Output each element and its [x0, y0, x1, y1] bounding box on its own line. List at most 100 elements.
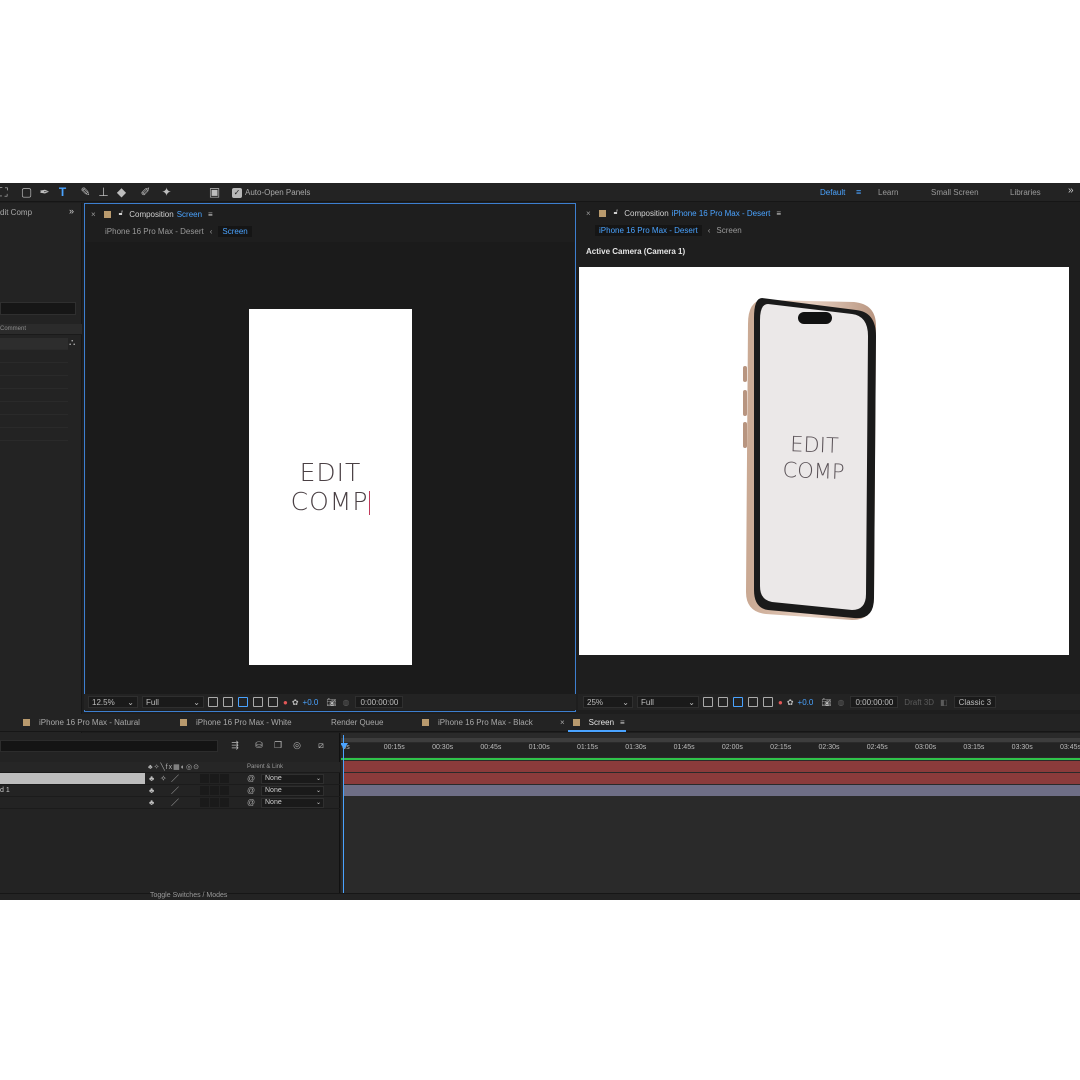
- tab-screen[interactable]: × Screen ≡: [560, 718, 625, 727]
- toggle-switches-modes-button[interactable]: Toggle Switches / Modes: [150, 892, 227, 899]
- tab-iphone-black[interactable]: iPhone 16 Pro Max - Black: [422, 718, 533, 727]
- list-item[interactable]: [0, 377, 68, 389]
- canvas-text-comp[interactable]: COMP: [249, 487, 412, 516]
- clone-stamp-tool-icon[interactable]: ⊥: [96, 185, 111, 200]
- brush-tool-icon[interactable]: ✎: [78, 185, 93, 200]
- roto-brush-tool-icon[interactable]: ✐: [138, 185, 153, 200]
- close-icon[interactable]: ×: [586, 209, 591, 218]
- playhead[interactable]: [341, 735, 348, 893]
- panel-menu-icon[interactable]: ≡: [620, 718, 625, 727]
- pick-whip-icon[interactable]: @: [247, 773, 255, 784]
- graph-editor-icon[interactable]: ⧄: [315, 739, 327, 751]
- composition-mini-flowchart-icon[interactable]: ⇶: [229, 739, 241, 751]
- quality-switch-icon[interactable]: ／: [171, 773, 179, 784]
- pick-whip-icon[interactable]: @: [247, 797, 255, 808]
- timeline-search-input[interactable]: [0, 740, 218, 752]
- list-item[interactable]: [0, 364, 68, 376]
- layer-row[interactable]: ♣ ／ @ None ⌄: [0, 797, 340, 809]
- exposure-value[interactable]: +0.0: [303, 698, 319, 707]
- show-snapshot-icon[interactable]: ◍: [838, 698, 845, 707]
- breadcrumb-item-active[interactable]: iPhone 16 Pro Max - Desert: [595, 225, 702, 236]
- eraser-tool-icon[interactable]: ◆: [114, 185, 129, 200]
- draft-3d-toggle[interactable]: Draft 3D: [904, 698, 934, 707]
- quality-switch-icon[interactable]: ／: [171, 797, 179, 808]
- shy-switch-icon[interactable]: ♣: [149, 785, 154, 796]
- breadcrumb-item[interactable]: Screen: [716, 226, 741, 235]
- panel-more-icon[interactable]: »: [69, 206, 74, 216]
- composition-tab-iphone-desert[interactable]: × 🔓︎ Composition iPhone 16 Pro Max - Des…: [586, 207, 781, 219]
- close-icon[interactable]: ×: [560, 718, 565, 727]
- exposure-reset-icon[interactable]: ✿: [292, 698, 299, 707]
- magnification-select[interactable]: 25% ⌄: [583, 696, 633, 708]
- list-item[interactable]: [0, 403, 68, 415]
- parent-select[interactable]: None ⌄: [261, 786, 324, 796]
- current-time-display[interactable]: 0:00:00:00: [850, 696, 899, 708]
- layer-switch-boxes[interactable]: [200, 774, 230, 783]
- parent-select[interactable]: None ⌄: [261, 774, 324, 784]
- layer-name[interactable]: [0, 797, 145, 808]
- mask-path-icon[interactable]: [238, 697, 248, 707]
- resolution-select[interactable]: Full ⌄: [637, 696, 699, 708]
- current-time-display[interactable]: 0:00:00:00: [355, 696, 404, 708]
- lock-icon[interactable]: 🔓︎: [119, 210, 124, 218]
- workspace-default[interactable]: Default: [820, 188, 845, 197]
- guides-icon[interactable]: [748, 697, 758, 707]
- time-ruler[interactable]: 0s 00:15s 00:30s 00:45s 01:00s 01:15s 01:30s 01…: [341, 743, 1080, 757]
- extended-viewer-icon[interactable]: ◧: [940, 698, 948, 707]
- list-item[interactable]: [0, 429, 68, 441]
- mask-path-icon[interactable]: [733, 697, 743, 707]
- tab-render-queue[interactable]: Render Queue: [331, 718, 383, 727]
- exposure-reset-icon[interactable]: ✿: [787, 698, 794, 707]
- color-channels-icon[interactable]: ●: [283, 698, 288, 707]
- frame-blending-icon[interactable]: ❐: [272, 739, 284, 751]
- breadcrumb-item-active[interactable]: Screen: [218, 226, 252, 237]
- list-item[interactable]: [0, 390, 68, 402]
- layer-name[interactable]: [0, 773, 145, 784]
- composition-tab-screen[interactable]: × 🔓︎ Composition Screen ≡: [91, 208, 213, 220]
- project-panel-title[interactable]: dit Comp: [0, 208, 32, 217]
- snapshot-camera-icon[interactable]: 📷︎: [326, 698, 336, 707]
- color-channels-icon[interactable]: ●: [778, 698, 783, 707]
- resolution-select[interactable]: Full ⌄: [142, 696, 204, 708]
- composition-viewer[interactable]: EDIT COMP: [86, 242, 574, 701]
- workspace-libraries[interactable]: Libraries: [1010, 188, 1041, 197]
- draft-3d-icon[interactable]: ⛁: [253, 739, 265, 751]
- layer-bar[interactable]: [344, 773, 1080, 784]
- region-of-interest-icon[interactable]: [703, 697, 713, 707]
- collapse-switch-icon[interactable]: ✧: [160, 773, 167, 784]
- layer-name[interactable]: d 1: [0, 785, 145, 796]
- motion-blur-icon[interactable]: ◎: [291, 739, 303, 751]
- work-area-bar[interactable]: [341, 738, 1080, 742]
- timeline-empty-area[interactable]: [341, 797, 1080, 893]
- snapshot-camera-icon[interactable]: 📷︎: [821, 698, 831, 707]
- layer-switch-boxes[interactable]: [200, 786, 230, 795]
- layer-bar[interactable]: [344, 785, 1080, 796]
- transparency-grid-icon[interactable]: [223, 697, 233, 707]
- checkbox-checked-icon[interactable]: ✓: [232, 187, 242, 198]
- shy-switch-icon[interactable]: ♣: [149, 797, 154, 808]
- panel-menu-icon[interactable]: ≡: [208, 210, 213, 219]
- timeline-track-area[interactable]: 0s 00:15s 00:30s 00:45s 01:00s 01:15s 01:30s 01…: [341, 733, 1080, 893]
- transparency-grid-icon[interactable]: [718, 697, 728, 707]
- flowchart-icon[interactable]: ⛬: [69, 337, 75, 348]
- shy-switch-icon[interactable]: ♣: [149, 773, 154, 784]
- lock-icon[interactable]: 🔓︎: [614, 209, 619, 217]
- composition-viewer[interactable]: EDIT COMP: [579, 267, 1069, 655]
- rectangle-tool-icon[interactable]: ▢: [19, 185, 34, 200]
- puppet-pin-tool-icon[interactable]: ✦: [159, 185, 174, 200]
- grid-options-icon[interactable]: [268, 697, 278, 707]
- layer-row[interactable]: d 1 ♣ ／ @ None ⌄: [0, 785, 340, 797]
- workspace-small-screen[interactable]: Small Screen: [931, 188, 979, 197]
- region-of-interest-icon[interactable]: [208, 697, 218, 707]
- list-item[interactable]: [0, 416, 68, 428]
- panel-menu-icon[interactable]: ≡: [776, 209, 781, 218]
- renderer-select[interactable]: Classic 3: [953, 696, 997, 708]
- canvas-text-edit[interactable]: EDIT: [249, 458, 412, 487]
- tab-iphone-natural[interactable]: iPhone 16 Pro Max - Natural: [23, 718, 140, 727]
- project-search-input[interactable]: [0, 302, 76, 315]
- quality-switch-icon[interactable]: ／: [171, 785, 179, 796]
- tab-iphone-white[interactable]: iPhone 16 Pro Max - White: [180, 718, 292, 727]
- pick-whip-icon[interactable]: @: [247, 785, 255, 796]
- show-snapshot-icon[interactable]: ◍: [343, 698, 350, 707]
- playhead-handle-icon[interactable]: [341, 743, 348, 749]
